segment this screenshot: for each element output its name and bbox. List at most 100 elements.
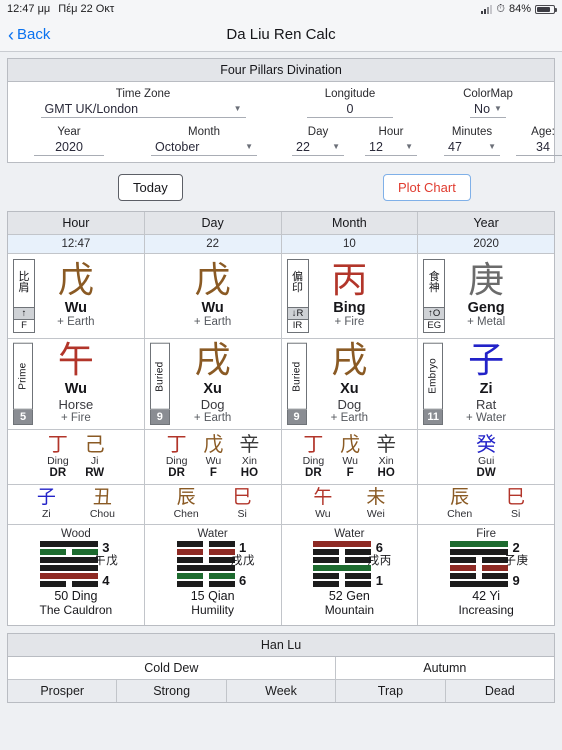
- strength-cell-0: Prosper: [8, 679, 118, 702]
- hexagram-cell-0: Wood 3 戊午 4 50 Ding The Cauldron: [8, 524, 145, 625]
- back-button[interactable]: ‹ Back: [0, 26, 50, 44]
- hexagram-cell-1: Water 1 戊戌 6 15 Qian Humility: [145, 524, 282, 625]
- day-value: 22: [296, 140, 310, 154]
- wifi-icon: ⏱︎: [496, 2, 505, 15]
- timezone-label: Time Zone: [115, 88, 171, 100]
- stem-badge-abbr: IR: [286, 320, 309, 333]
- four-pillars-form: Four Pillars Divination Time Zone GMT UK…: [7, 58, 562, 163]
- stem-element: + Earth: [193, 316, 232, 329]
- extra-branch-pinyin: Chen: [173, 507, 199, 520]
- solar-term-panel: Han Lu Cold Dew Autumn Prosper Strong Week T…: [7, 632, 555, 703]
- hexagram-lines: [450, 540, 509, 587]
- branch-main: 子 Zi Rat + Water: [466, 342, 506, 423]
- minutes-select[interactable]: 47 ▼: [444, 140, 500, 156]
- colormap-field[interactable]: ColorMap No ▼: [426, 88, 550, 118]
- longitude-field[interactable]: Longitude 0: [274, 88, 426, 118]
- hexagram-line-1: [313, 548, 372, 555]
- line-segment-left: [176, 556, 203, 563]
- branch-animal: Dog: [200, 396, 225, 412]
- extra-branch-character: 辰: [450, 485, 470, 508]
- solar-term-row: Cold Dew Autumn: [8, 656, 554, 680]
- timezone-select[interactable]: GMT UK/London ▼: [40, 102, 246, 118]
- year-input[interactable]: 2020: [34, 140, 104, 156]
- hidden-stem-pinyin: Wu: [342, 454, 358, 467]
- line-segment: [450, 580, 509, 587]
- hidden-stem-abbr: HO: [377, 466, 395, 479]
- extra-branch-pinyin: Wu: [315, 507, 331, 520]
- stems-row: 比肩 ↑ F 戊 Wu + Earth 戊 Wu + Earth 偏印 ↓R IR 丙 Bing + Fir…: [8, 254, 554, 339]
- stem-main: 庚 Geng + Metal: [467, 262, 506, 329]
- hexagram-line-1: [176, 548, 235, 555]
- minutes-field[interactable]: Minutes 47 ▼: [428, 126, 516, 156]
- hidden-stem-pinyin: Ding: [165, 454, 188, 467]
- today-button[interactable]: Today: [118, 174, 183, 201]
- extra-branches-cell-0: 子 Zi 丑 Chou: [8, 484, 145, 524]
- extra-branch-pinyin: Wei: [366, 507, 385, 520]
- year-field[interactable]: Year 2020: [12, 126, 126, 156]
- extra-branch: 午 Wu: [313, 487, 332, 520]
- hexagram-name: 42 Yi: [472, 588, 501, 603]
- extra-branch-pinyin: Si: [237, 507, 247, 520]
- stem-content: 偏印 ↓R IR 丙 Bing + Fire: [282, 254, 418, 338]
- longitude-label: Longitude: [324, 88, 376, 100]
- hexagram-element: Water: [334, 527, 365, 540]
- strength-cell-3: Trap: [336, 679, 446, 702]
- branch-character: 戌: [331, 340, 368, 381]
- hexagram-ganzhi: 戊戌: [229, 553, 256, 566]
- hexagram-line-4: [39, 572, 98, 579]
- month-label: Month: [188, 126, 220, 138]
- branch-badge-1: Buried 9: [149, 343, 170, 425]
- stem-element: + Metal: [467, 316, 506, 329]
- stem-pinyin: Wu: [201, 300, 224, 317]
- day-select[interactable]: 22 ▼: [292, 140, 344, 156]
- month-select[interactable]: October ▼: [151, 140, 257, 156]
- stem-character: 戊: [57, 259, 94, 301]
- hidden-stems-cell-2: 丁 Ding DR 戊 Wu F 辛 Xin HO: [282, 429, 419, 484]
- month-field[interactable]: Month October ▼: [126, 126, 282, 156]
- hidden-stem-character: 辛: [239, 431, 260, 456]
- hidden-stem-abbr: F: [209, 466, 217, 479]
- extra-branch: 未 Wei: [366, 485, 386, 520]
- line-segment-left: [176, 572, 203, 579]
- hour-select[interactable]: 12 ▼: [365, 140, 417, 156]
- colormap-select[interactable]: No ▼: [470, 102, 506, 118]
- branch-cell-2: Buried 9 戌 Xu Dog + Earth: [282, 339, 419, 429]
- form-title: Four Pillars Divination: [8, 59, 554, 82]
- hidden-stems-content: 丁 Ding DR 戊 Wu F 辛 Xin HO: [282, 430, 418, 484]
- plot-chart-button[interactable]: Plot Chart: [383, 174, 471, 201]
- minutes-value: 47: [448, 140, 462, 154]
- hour-label: Hour: [378, 126, 404, 138]
- hexagram-side: 6 丙戌 1: [366, 539, 392, 587]
- branch-animal: Horse: [58, 396, 94, 412]
- hidden-stem-character: 丁: [47, 431, 68, 456]
- year-label: Year: [57, 126, 81, 138]
- chevron-down-icon: ▼: [245, 142, 253, 151]
- branch-content: Prime 5 午 Wu Horse + Fire: [8, 339, 144, 429]
- extra-branches-content: 子 Zi 丑 Chou: [8, 485, 144, 524]
- hexagram-top-number: 6: [375, 539, 383, 555]
- stem-main: 戊 Wu + Earth: [193, 262, 232, 329]
- hexagram-content: Fire 2 庚子 9 42 Yi Increasing: [418, 525, 554, 625]
- hidden-stem-character: 丁: [166, 431, 187, 456]
- timezone-field[interactable]: Time Zone GMT UK/London ▼: [12, 88, 274, 118]
- branch-pinyin: Zi: [479, 380, 493, 397]
- stem-cell-0: 比肩 ↑ F 戊 Wu + Earth: [8, 254, 145, 338]
- hidden-stem-character: 戊: [340, 431, 361, 456]
- stem-pinyin: Bing: [333, 300, 366, 317]
- extra-branch-character: 未: [366, 485, 386, 508]
- hexagram-line-2: [39, 556, 98, 563]
- chevron-down-icon: ▼: [332, 142, 340, 151]
- stem-main: 丙 Bing + Fire: [331, 262, 367, 328]
- extra-branches-cell-2: 午 Wu 未 Wei: [282, 484, 419, 524]
- extra-branch-character: 巳: [506, 485, 526, 508]
- day-field[interactable]: Day 22 ▼: [282, 126, 354, 156]
- chevron-down-icon: ▼: [488, 142, 496, 151]
- longitude-input[interactable]: 0: [307, 102, 393, 118]
- line-segment: [176, 564, 235, 571]
- status-bar-left: 12:47 μμ Πέμ 22 Οκτ: [7, 3, 114, 15]
- hexagram-meaning: Humility: [191, 602, 234, 617]
- hexagram-line-5: [313, 580, 372, 587]
- extra-branch-pinyin: Si: [511, 507, 521, 520]
- branch-element: + Earth: [330, 411, 369, 424]
- hour-field[interactable]: Hour 12 ▼: [354, 126, 428, 156]
